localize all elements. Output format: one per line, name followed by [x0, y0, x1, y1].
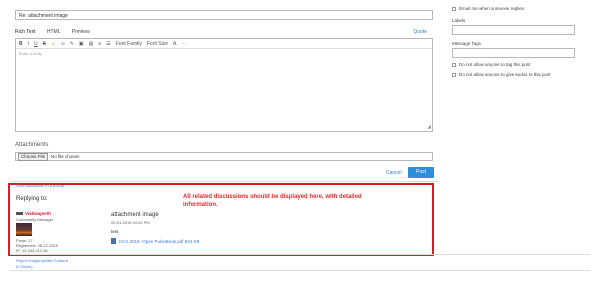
- labels-label: Labels: [452, 18, 466, 23]
- no-tag-label: Do not allow anyone to tag this post: [459, 62, 531, 67]
- image-icon[interactable]: ▣: [79, 40, 84, 48]
- view-in-popup-link[interactable]: View discussion in a popup: [16, 183, 64, 188]
- views-count: (0 Views): [16, 264, 33, 269]
- link-icon[interactable]: ∞: [61, 40, 65, 48]
- replying-to-heading: Replying to:: [16, 196, 48, 202]
- email-me-label: Email me when someone replies: [459, 6, 525, 11]
- author-ip: IP: 10.244.212.36: [16, 248, 48, 253]
- video-icon[interactable]: ▤: [89, 40, 94, 48]
- email-me-option[interactable]: Email me when someone replies: [452, 5, 586, 12]
- strikethrough-button[interactable]: S: [43, 40, 46, 48]
- annotation-note: All related discussions should be displa…: [183, 194, 362, 208]
- tab-html[interactable]: HTML: [47, 29, 61, 35]
- post-button[interactable]: Post: [408, 167, 434, 178]
- choose-file-button[interactable]: Choose File: [18, 152, 49, 161]
- tab-preview[interactable]: Preview: [72, 29, 90, 35]
- editor-tabs: Rich Text HTML Preview Quote: [15, 29, 433, 37]
- divider: [10, 254, 590, 255]
- more-icon[interactable]: ⋯: [181, 40, 186, 48]
- italic-button[interactable]: I: [28, 40, 29, 48]
- message-title: attachment image: [111, 212, 159, 218]
- no-tag-checkbox[interactable]: [452, 62, 456, 67]
- bold-button[interactable]: B: [19, 40, 23, 48]
- font-size-select[interactable]: Font Size: [147, 40, 168, 48]
- resize-handle-icon[interactable]: ◢: [427, 124, 431, 130]
- cancel-button[interactable]: Cancel: [386, 170, 402, 176]
- message-tags-label: Message Tags: [452, 41, 481, 46]
- report-inappropriate-link[interactable]: Report Inappropriate Content: [16, 258, 68, 263]
- unlink-icon[interactable]: ✎: [70, 40, 74, 48]
- pdf-file-icon: [111, 238, 116, 244]
- text-color-button[interactable]: A: [173, 40, 176, 48]
- message-attachment[interactable]: KCS 2015 -Open PulseBook.pdf 634 KB: [111, 238, 200, 244]
- author-role: Community Manager: [16, 217, 54, 222]
- file-input[interactable]: Choose File No file chosen: [15, 152, 433, 161]
- email-me-checkbox[interactable]: [452, 6, 456, 11]
- tab-rich-text[interactable]: Rich Text: [15, 29, 35, 35]
- author-name[interactable]: Vishwajeeth: [25, 211, 51, 216]
- font-family-select[interactable]: Font Family: [116, 40, 142, 48]
- message-date: 09-01-2015 04:00 PM: [111, 220, 150, 225]
- no-file-text: No file chosen: [51, 154, 80, 159]
- numbered-list-icon[interactable]: ☰: [106, 40, 110, 48]
- list-icon[interactable]: ≡: [98, 40, 101, 48]
- no-tag-option[interactable]: Do not allow anyone to tag this post: [452, 61, 586, 68]
- no-kudos-option[interactable]: Do not allow anyone to give kudos to thi…: [452, 71, 586, 78]
- underline-button[interactable]: U: [34, 40, 38, 48]
- labels-input[interactable]: [452, 25, 575, 35]
- attachment-link[interactable]: KCS 2015 -Open PulseBook.pdf 634 KB: [119, 239, 200, 244]
- editor-placeholder: Enter a body: [19, 51, 42, 56]
- rich-text-editor[interactable]: B I U S ☺ ∞ ✎ ▣ ▤ ≡ ☰ Font Family Font S…: [15, 38, 433, 132]
- subject-input[interactable]: Re: attachment image: [15, 10, 433, 20]
- avatar[interactable]: [16, 223, 32, 236]
- attachments-label: Attachments: [15, 142, 49, 148]
- editor-toolbar: B I U S ☺ ∞ ✎ ▣ ▤ ≡ ☰ Font Family Font S…: [16, 39, 432, 49]
- post-options: Email me when someone replies Labels Mes…: [452, 5, 586, 78]
- message-body: test: [111, 229, 119, 234]
- rank-badge-icon: [16, 212, 23, 215]
- message-tags-input[interactable]: [452, 48, 575, 58]
- divider: [10, 181, 438, 182]
- no-kudos-label: Do not allow anyone to give kudos to thi…: [459, 72, 551, 77]
- divider: [10, 270, 590, 271]
- no-kudos-checkbox[interactable]: [452, 72, 456, 77]
- quote-link[interactable]: Quote: [413, 29, 427, 35]
- smiley-icon[interactable]: ☺: [51, 40, 56, 48]
